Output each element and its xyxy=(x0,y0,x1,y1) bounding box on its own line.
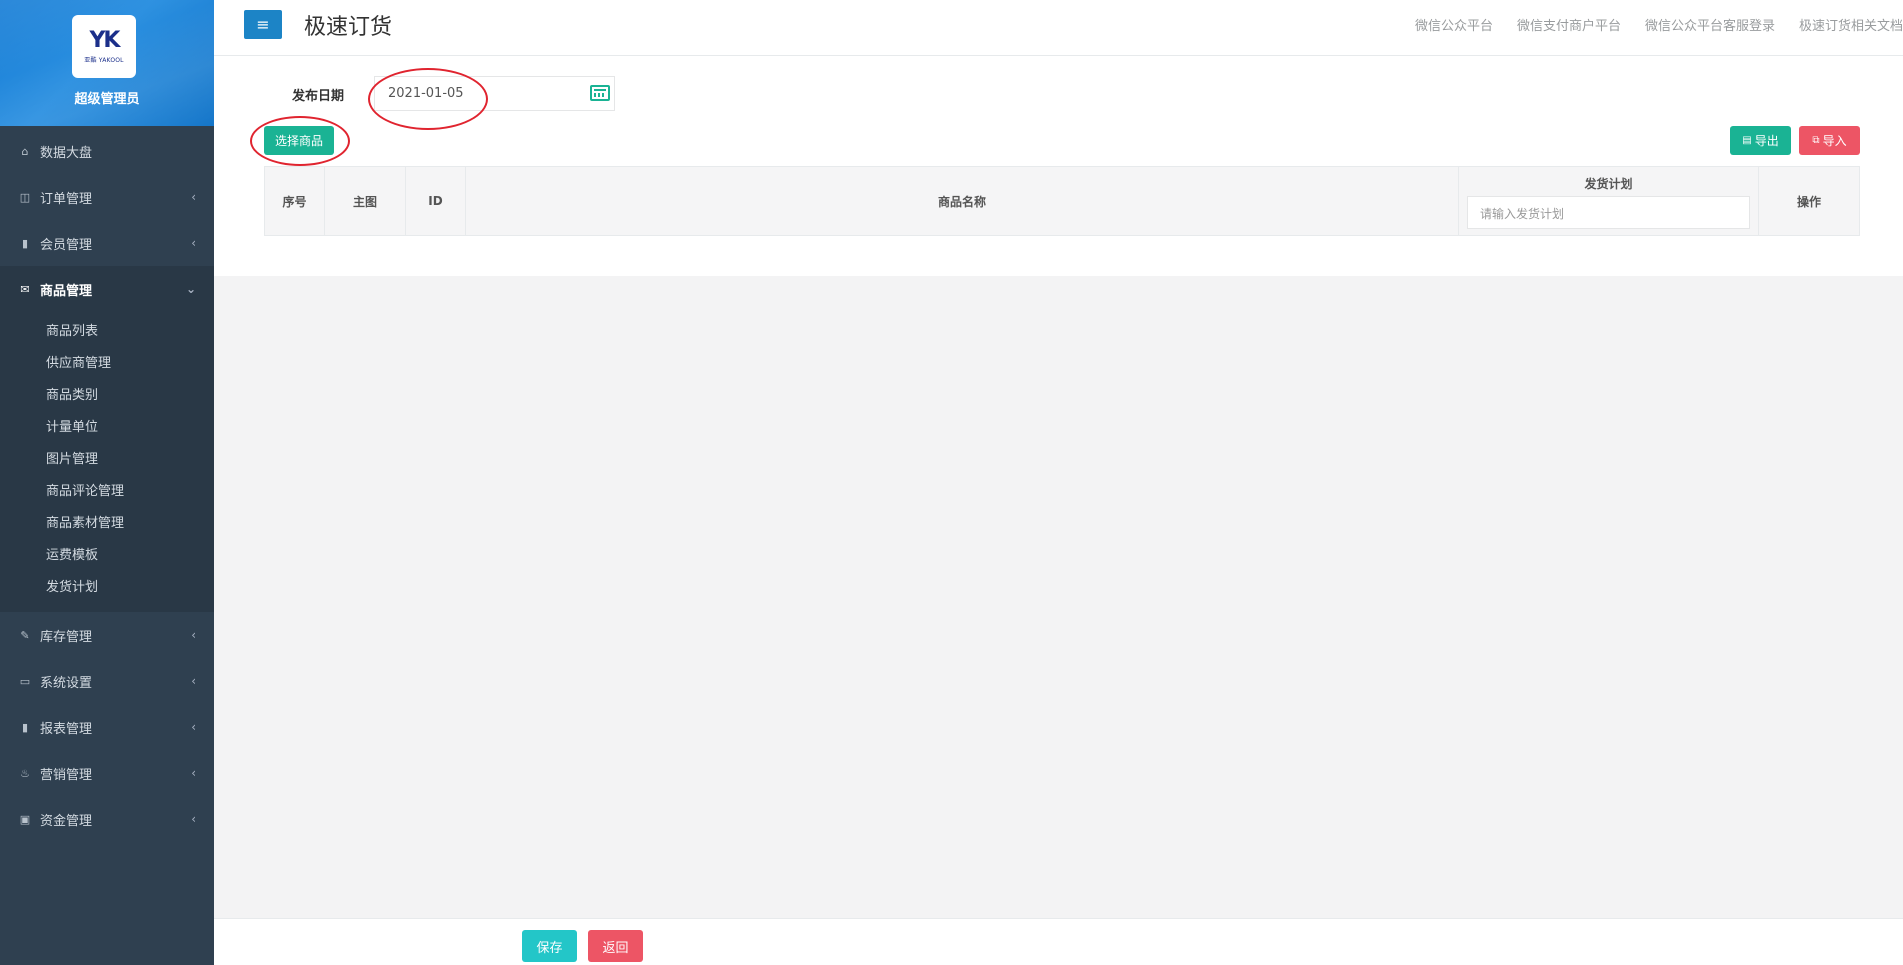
export-button[interactable]: ▤ 导出 xyxy=(1730,126,1791,155)
user-name[interactable]: 超级管理员 xyxy=(0,88,214,107)
goods-table-header: 序号 主图 ID 商品名称 发货计划 请输入发货计划 操作 xyxy=(264,166,1860,236)
sidebar-item-label: 数据大盘 xyxy=(40,145,93,161)
sidebar-nav: ⌂ 数据大盘 ◫ 订单管理 ‹ ▮ 会员管理 ‹ ✉ 商品管理 ⌄ 商品列表 供… xyxy=(0,128,214,842)
link-wechat-platform[interactable]: 微信公众平台 xyxy=(1415,15,1493,34)
bar-chart-icon: ▮ xyxy=(21,720,29,734)
submenu-item-categories[interactable]: 商品类别 xyxy=(0,380,214,412)
submenu-item-units[interactable]: 计量单位 xyxy=(0,412,214,444)
submenu-item-suppliers[interactable]: 供应商管理 xyxy=(0,348,214,380)
publish-date-input[interactable]: 2021-01-05 xyxy=(374,76,615,111)
link-wechat-pay-merchant[interactable]: 微信支付商户平台 xyxy=(1517,15,1621,34)
back-label: 返回 xyxy=(602,940,629,956)
home-icon: ⌂ xyxy=(21,144,29,158)
sidebar-item-dashboard[interactable]: ⌂ 数据大盘 xyxy=(0,128,214,174)
header-links: 微信公众平台 微信支付商户平台 微信公众平台客服登录 极速订货相关文档 xyxy=(1415,15,1903,34)
top-header: ≡ 极速订货 微信公众平台 微信支付商户平台 微信公众平台客服登录 极速订货相关… xyxy=(214,0,1903,56)
sidebar-item-label: 营销管理 xyxy=(40,767,93,783)
save-button[interactable]: 保存 xyxy=(522,930,577,962)
sidebar: YK 亚酷 YAKOOL 超级管理员 ⌂ 数据大盘 ◫ 订单管理 ‹ ▮ 会员管… xyxy=(0,0,214,965)
publish-date-label: 发布日期 xyxy=(292,89,345,104)
sidebar-item-label: 资金管理 xyxy=(40,813,93,829)
chevron-left-icon: ‹ xyxy=(191,628,196,642)
envelope-icon: ✉ xyxy=(20,282,30,296)
submenu-item-shipping-templates[interactable]: 运费模板 xyxy=(0,540,214,572)
select-goods-label: 选择商品 xyxy=(274,134,323,148)
sidebar-item-settings[interactable]: ▭ 系统设置 ‹ xyxy=(0,658,214,704)
bar-chart-icon: ▮ xyxy=(21,236,29,250)
col-image: 主图 xyxy=(325,167,406,235)
logo-subtext: 亚酷 YAKOOL xyxy=(84,56,124,64)
sidebar-item-label: 订单管理 xyxy=(40,191,93,207)
company-logo: YK 亚酷 YAKOOL xyxy=(72,15,136,78)
link-docs[interactable]: 极速订货相关文档 xyxy=(1799,15,1903,34)
sidebar-item-label: 会员管理 xyxy=(40,237,93,253)
chevron-left-icon: ‹ xyxy=(191,812,196,826)
submenu-item-reviews[interactable]: 商品评论管理 xyxy=(0,476,214,508)
chevron-left-icon: ‹ xyxy=(191,236,196,250)
import-button[interactable]: ⧉ 导入 xyxy=(1799,126,1860,155)
sidebar-item-inventory[interactable]: ✎ 库存管理 ‹ xyxy=(0,612,214,658)
back-button[interactable]: 返回 xyxy=(588,930,643,962)
chevron-left-icon: ‹ xyxy=(191,190,196,204)
col-id: ID xyxy=(406,167,466,235)
money-icon: ▣ xyxy=(19,812,31,826)
chevron-left-icon: ‹ xyxy=(191,766,196,780)
calendar-icon[interactable] xyxy=(590,85,610,101)
sidebar-item-marketing[interactable]: ♨ 营销管理 ‹ xyxy=(0,750,214,796)
import-label: 导入 xyxy=(1822,134,1847,148)
submenu-item-images[interactable]: 图片管理 xyxy=(0,444,214,476)
submenu-item-goods-list[interactable]: 商品列表 xyxy=(0,316,214,348)
sidebar-item-orders[interactable]: ◫ 订单管理 ‹ xyxy=(0,174,214,220)
select-goods-button[interactable]: 选择商品 xyxy=(264,126,334,155)
goods-submenu: 商品列表 供应商管理 商品类别 计量单位 图片管理 商品评论管理 商品素材管理 … xyxy=(0,312,214,612)
copy-icon: ⧉ xyxy=(1812,135,1820,146)
sidebar-item-finance[interactable]: ▣ 资金管理 ‹ xyxy=(0,796,214,842)
col-action: 操作 xyxy=(1796,194,1821,209)
export-label: 导出 xyxy=(1754,134,1779,148)
file-export-icon: ▤ xyxy=(1742,135,1752,146)
save-label: 保存 xyxy=(536,940,563,956)
footer-bar: 保存 返回 xyxy=(214,918,1903,965)
page-title: 极速订货 xyxy=(304,15,393,40)
submenu-item-delivery-plan[interactable]: 发货计划 xyxy=(0,572,214,604)
col-goods-name: 商品名称 xyxy=(466,167,1459,235)
delivery-plan-input[interactable]: 请输入发货计划 xyxy=(1467,196,1750,229)
desktop-icon: ▭ xyxy=(19,674,31,688)
edit-icon: ✎ xyxy=(20,628,30,642)
col-index: 序号 xyxy=(265,167,325,235)
sidebar-item-label: 商品管理 xyxy=(40,283,93,299)
sidebar-item-label: 报表管理 xyxy=(40,721,93,737)
chevron-left-icon: ‹ xyxy=(191,720,196,734)
menu-toggle-button[interactable]: ≡ xyxy=(244,10,282,39)
sidebar-item-members[interactable]: ▮ 会员管理 ‹ xyxy=(0,220,214,266)
submenu-item-materials[interactable]: 商品素材管理 xyxy=(0,508,214,540)
publish-date-value: 2021-01-05 xyxy=(388,86,464,101)
link-wechat-customer-service[interactable]: 微信公众平台客服登录 xyxy=(1645,15,1775,34)
sidebar-item-label: 系统设置 xyxy=(40,675,93,691)
chevron-down-icon: ⌄ xyxy=(185,282,196,296)
sidebar-item-reports[interactable]: ▮ 报表管理 ‹ xyxy=(0,704,214,750)
sidebar-item-goods[interactable]: ✉ 商品管理 ⌄ xyxy=(0,266,214,312)
columns-icon: ◫ xyxy=(19,190,31,204)
form-card: 发布日期 2021-01-05 选择商品 ▤ 导出 ⧉ 导入 序号 主图 ID … xyxy=(214,56,1903,276)
col-delivery-plan-label: 发货计划 xyxy=(1584,177,1633,191)
chevron-left-icon: ‹ xyxy=(191,674,196,688)
cutlery-icon: ♨ xyxy=(20,766,30,780)
hamburger-icon: ≡ xyxy=(256,15,270,34)
col-delivery-plan: 发货计划 请输入发货计划 xyxy=(1459,167,1759,235)
profile-header: YK 亚酷 YAKOOL 超级管理员 xyxy=(0,0,214,126)
sidebar-item-label: 库存管理 xyxy=(40,629,93,645)
logo-mark: YK xyxy=(89,27,121,53)
